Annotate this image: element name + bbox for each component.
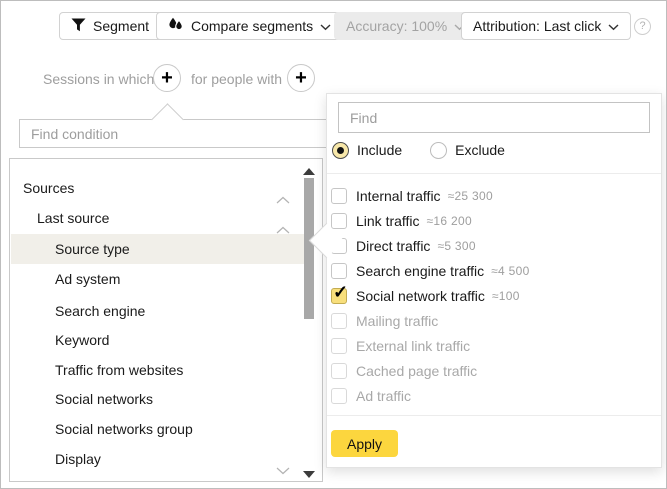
checkbox-icon <box>331 363 347 379</box>
option-count: ≈16 200 <box>427 214 472 228</box>
find-value-input[interactable] <box>338 102 650 133</box>
checkbox-icon[interactable] <box>331 213 347 229</box>
chevron-down-icon <box>608 18 619 34</box>
option-social-network-traffic[interactable]: Social network traffic ≈100 <box>331 283 520 308</box>
option-search-engine-traffic[interactable]: Search engine traffic ≈4 500 <box>331 258 530 283</box>
tree-item-label: Search engine <box>11 296 145 326</box>
add-user-condition-button[interactable]: + <box>287 64 315 92</box>
tree-item-social-networks[interactable]: Social networks <box>11 384 304 414</box>
sessions-condition-label: Sessions in which <box>43 71 154 87</box>
tree-item-search-engine[interactable]: Search engine <box>11 296 304 326</box>
exclude-radio[interactable] <box>430 142 447 159</box>
tree-item-label: Keyword <box>11 325 109 355</box>
divider <box>327 415 661 416</box>
tree-item-label: Traffic from websites <box>11 355 183 385</box>
checkbox-icon[interactable] <box>331 263 347 279</box>
checkbox-icon[interactable] <box>331 188 347 204</box>
tree-item-label: Social networks group <box>11 414 193 444</box>
checkbox-icon <box>331 313 347 329</box>
tree-item-label: Last source <box>11 203 109 233</box>
option-label: Direct traffic <box>356 238 430 254</box>
option-label: Mailing traffic <box>356 313 438 329</box>
attribution-label: Attribution: Last click <box>473 18 601 34</box>
checkbox-icon <box>331 338 347 354</box>
funnel-icon <box>71 18 86 35</box>
option-count: ≈25 300 <box>448 189 493 203</box>
tree-item-ad-system[interactable]: Ad system <box>11 264 304 294</box>
divider <box>327 173 661 174</box>
scrollbar-thumb[interactable] <box>304 178 314 319</box>
option-internal-traffic[interactable]: Internal traffic ≈25 300 <box>331 183 493 208</box>
checkbox-icon <box>331 388 347 404</box>
option-label: Link traffic <box>356 213 420 229</box>
tree-item-label: Social networks <box>11 384 153 414</box>
tree-item-last-source[interactable]: Last source <box>11 203 304 233</box>
accuracy-button: Accuracy: 100% <box>334 12 477 40</box>
tree-item-social-networks-group[interactable]: Social networks group <box>11 414 304 444</box>
exclude-label[interactable]: Exclude <box>455 142 505 158</box>
help-icon[interactable]: ? <box>634 18 651 35</box>
tree-item-sources[interactable]: Sources <box>11 173 304 203</box>
checkbox-checked-icon[interactable] <box>331 288 347 304</box>
chevron-up-icon[interactable] <box>276 214 290 222</box>
tree-item-label: Display <box>11 444 101 474</box>
option-direct-traffic[interactable]: Direct traffic ≈5 300 <box>331 233 476 258</box>
option-count: ≈100 <box>492 289 520 303</box>
tree-item-source-type[interactable]: Source type <box>11 234 304 264</box>
chevron-up-icon[interactable] <box>276 184 290 192</box>
scroll-up-arrow[interactable] <box>303 168 315 175</box>
tree-item-label: Sources <box>11 173 74 203</box>
compare-segments-label: Compare segments <box>191 18 313 34</box>
option-label: Internal traffic <box>356 188 441 204</box>
option-label: External link traffic <box>356 338 470 354</box>
apply-button[interactable]: Apply <box>331 430 398 457</box>
tree-item-keyword[interactable]: Keyword <box>11 325 304 355</box>
add-session-condition-button[interactable]: + <box>153 64 181 92</box>
tree-item-label: Source type <box>11 234 130 264</box>
chevron-down-icon <box>320 18 331 34</box>
tree-item-label: Ad system <box>11 264 120 294</box>
condition-tree: Sources Last source Source type Ad syste… <box>9 158 323 482</box>
option-label: Ad traffic <box>356 388 411 404</box>
segment-button-label: Segment <box>93 18 149 34</box>
compare-drops-icon <box>168 17 184 35</box>
option-external-link-traffic: External link traffic <box>331 333 470 358</box>
accuracy-label: Accuracy: 100% <box>346 18 447 34</box>
option-cached-page-traffic: Cached page traffic <box>331 358 477 383</box>
include-radio[interactable] <box>332 142 349 159</box>
scroll-down-arrow[interactable] <box>303 471 315 478</box>
chevron-down-icon[interactable] <box>276 455 290 463</box>
source-type-popup: Include Exclude Internal traffic ≈25 300… <box>326 93 662 468</box>
compare-segments-button[interactable]: Compare segments <box>156 12 343 40</box>
attribution-button[interactable]: Attribution: Last click <box>461 12 631 40</box>
segmentation-panel: Segment Compare segments Accuracy: 100% … <box>0 0 667 489</box>
option-label: Search engine traffic <box>356 263 484 279</box>
option-mailing-traffic: Mailing traffic <box>331 308 438 333</box>
people-condition-label: for people with <box>191 71 282 87</box>
tree-item-traffic-from-websites[interactable]: Traffic from websites <box>11 355 304 385</box>
option-link-traffic[interactable]: Link traffic ≈16 200 <box>331 208 472 233</box>
include-label[interactable]: Include <box>357 142 402 158</box>
option-count: ≈4 500 <box>491 264 529 278</box>
option-ad-traffic: Ad traffic <box>331 383 411 408</box>
tree-item-display[interactable]: Display <box>11 444 304 474</box>
include-exclude-toggle: Include Exclude <box>332 141 533 159</box>
option-label: Cached page traffic <box>356 363 477 379</box>
option-count: ≈5 300 <box>437 239 475 253</box>
option-label: Social network traffic <box>356 288 485 304</box>
